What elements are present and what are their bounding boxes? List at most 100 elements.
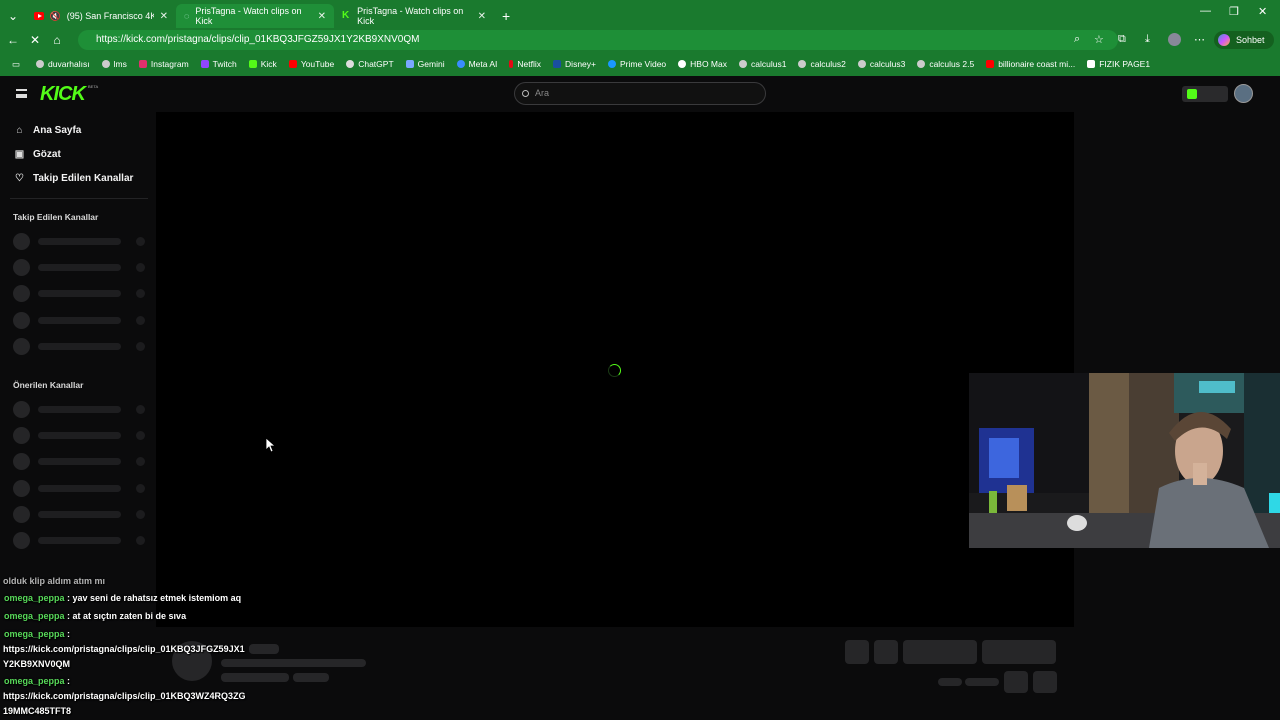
text-skeleton bbox=[221, 659, 366, 667]
more-menu-icon[interactable]: ⋯ bbox=[1194, 33, 1205, 46]
mute-icon[interactable]: 🔇 bbox=[50, 11, 61, 22]
chat-username[interactable]: omega_peppa bbox=[4, 593, 65, 603]
bookmark-youtube[interactable]: YouTube bbox=[283, 59, 340, 69]
bookmark-meta-ai[interactable]: Meta AI bbox=[451, 59, 504, 69]
chat-message: omega_peppa : bbox=[4, 629, 70, 639]
youtube-icon bbox=[34, 12, 44, 20]
browser-tab-bar: ⌄ 🔇 (95) San Francisco 4K - Gold I ✕ ◌ P… bbox=[0, 0, 1280, 28]
clip-info-skeleton bbox=[0, 627, 1280, 720]
extensions-icon[interactable]: ⧉ bbox=[1118, 33, 1126, 46]
close-tab-icon[interactable]: ✕ bbox=[318, 11, 326, 22]
sidebar-item-following[interactable]: ♡ Takip Edilen Kanallar bbox=[14, 173, 133, 184]
bookmarks-icon[interactable]: ▭ bbox=[6, 59, 30, 70]
search-input[interactable]: Ara bbox=[514, 82, 766, 105]
close-tab-icon[interactable]: ✕ bbox=[160, 11, 168, 22]
bookmark-prime-video[interactable]: Prime Video bbox=[602, 59, 672, 69]
favorite-star-icon[interactable]: ☆ bbox=[1094, 33, 1104, 46]
home-icon[interactable]: ⌂ bbox=[46, 29, 68, 51]
profile-icon[interactable] bbox=[1168, 33, 1181, 46]
tab-title: PrisTagna - Watch clips on Kick bbox=[357, 6, 464, 26]
bookmark-gemini[interactable]: Gemini bbox=[400, 59, 451, 69]
tab-kick-active[interactable]: ◌ PrisTagna - Watch clips on Kick ✕ bbox=[176, 4, 334, 28]
bookmark-hbo-max[interactable]: HBO Max bbox=[672, 59, 733, 69]
close-tab-icon[interactable]: ✕ bbox=[478, 11, 486, 22]
bookmark-kick[interactable]: Kick bbox=[243, 59, 283, 69]
bookmark-calculus-2-5[interactable]: calculus 2.5 bbox=[911, 59, 980, 69]
heart-icon: ♡ bbox=[15, 173, 24, 184]
tab-list-chevron-icon[interactable]: ⌄ bbox=[0, 4, 26, 28]
sidebar-item-home[interactable]: ⌂ Ana Sayfa bbox=[14, 125, 81, 136]
bookmark-billionaire[interactable]: billionaire coast mi... bbox=[980, 59, 1081, 69]
bookmark-instagram[interactable]: Instagram bbox=[133, 59, 195, 69]
tab-title: PrisTagna - Watch clips on Kick bbox=[195, 6, 302, 26]
url-field[interactable]: https://kick.com/pristagna/clips/clip_01… bbox=[78, 30, 1118, 50]
channel-skeleton bbox=[13, 506, 148, 523]
tab-kick[interactable]: K PrisTagna - Watch clips on Kick ✕ bbox=[334, 4, 494, 28]
chat-username[interactable]: omega_peppa bbox=[4, 676, 65, 686]
button-skeleton bbox=[1033, 671, 1057, 693]
home-icon: ⌂ bbox=[16, 125, 23, 136]
bookmark-lms[interactable]: lms bbox=[96, 59, 133, 69]
text-skeleton bbox=[221, 673, 289, 682]
chat-message: omega_peppa : bbox=[4, 676, 70, 686]
chat-link[interactable]: https://kick.com/pristagna/clips/clip_01… bbox=[3, 691, 246, 701]
bookmark-twitch[interactable]: Twitch bbox=[195, 59, 243, 69]
sidebar-item-label: Takip Edilen Kanallar bbox=[33, 173, 134, 184]
sidebar-item-browse[interactable]: ▣ Gözat bbox=[14, 149, 61, 160]
chat-separator: : bbox=[64, 611, 73, 621]
chat-link[interactable]: https://kick.com/pristagna/clips/clip_01… bbox=[3, 644, 245, 654]
bookmark-calculus3[interactable]: calculus3 bbox=[852, 59, 911, 69]
copilot-button[interactable]: Sohbet et bbox=[1214, 31, 1274, 63]
back-icon[interactable]: ← bbox=[2, 29, 24, 51]
channel-skeleton bbox=[13, 427, 148, 444]
sidebar-item-label: Gözat bbox=[33, 149, 61, 160]
text-skeleton bbox=[938, 678, 962, 686]
channel-skeleton bbox=[13, 312, 148, 329]
webcam-overlay bbox=[969, 373, 1280, 548]
chat-link[interactable]: Y2KB9XNV0QM bbox=[3, 659, 70, 669]
text-skeleton bbox=[249, 644, 279, 654]
channel-skeleton bbox=[13, 453, 148, 470]
channel-skeleton bbox=[13, 338, 148, 355]
channel-skeleton bbox=[13, 233, 148, 250]
bookmarks-bar: ▭ duvarhalısı lms Instagram Twitch Kick … bbox=[0, 52, 1280, 76]
bookmark-calculus2[interactable]: calculus2 bbox=[792, 59, 851, 69]
button-skeleton bbox=[845, 640, 869, 664]
tab-youtube[interactable]: 🔇 (95) San Francisco 4K - Gold I ✕ bbox=[26, 4, 176, 28]
text-skeleton bbox=[965, 678, 999, 686]
browse-icon: ▣ bbox=[14, 149, 25, 160]
menu-icon[interactable] bbox=[16, 89, 27, 98]
bookmark-fizik-page1[interactable]: FIZIK PAGE1 bbox=[1081, 59, 1156, 69]
sidebar-item-label: Ana Sayfa bbox=[33, 125, 82, 136]
theme-toggle[interactable] bbox=[1182, 86, 1228, 102]
channel-skeleton bbox=[13, 285, 148, 302]
chat-username[interactable]: omega_peppa bbox=[4, 611, 65, 621]
chat-separator: : bbox=[64, 676, 71, 686]
kick-logo[interactable]: KICK bbox=[40, 83, 86, 106]
chat-username[interactable]: omega_peppa bbox=[4, 629, 65, 639]
followed-channels-heading: Takip Edilen Kanallar bbox=[13, 212, 99, 222]
avatar[interactable] bbox=[1234, 84, 1253, 103]
button-skeleton bbox=[1004, 671, 1028, 693]
webcam-image bbox=[969, 373, 1280, 548]
chat-separator: : bbox=[64, 593, 73, 603]
bookmark-netflix[interactable]: Netflix bbox=[503, 59, 547, 69]
button-skeleton bbox=[903, 640, 977, 664]
bookmark-chatgpt[interactable]: ChatGPT bbox=[340, 59, 399, 69]
search-icon bbox=[522, 90, 529, 97]
sidebar-divider bbox=[10, 198, 148, 199]
chat-link[interactable]: 19MMC485TFT8 bbox=[3, 706, 71, 716]
close-window-icon[interactable]: ✕ bbox=[1258, 5, 1267, 18]
new-tab-button[interactable]: + bbox=[494, 4, 518, 28]
downloads-icon[interactable]: ⤓ bbox=[1145, 33, 1150, 46]
reload-stop-icon[interactable]: ✕ bbox=[24, 29, 46, 51]
zoom-icon[interactable]: ⌕ bbox=[1074, 33, 1080, 46]
bookmark-disney[interactable]: Disney+ bbox=[547, 59, 602, 69]
bookmark-calculus1[interactable]: calculus1 bbox=[733, 59, 792, 69]
text-skeleton bbox=[293, 673, 329, 682]
chat-message-partial: olduk klip aldım atım mı bbox=[3, 576, 106, 586]
tab-title: (95) San Francisco 4K - Gold I bbox=[66, 11, 154, 21]
bookmark-duvarhalisi[interactable]: duvarhalısı bbox=[30, 59, 96, 69]
maximize-icon[interactable]: ❐ bbox=[1229, 5, 1239, 18]
minimize-icon[interactable]: — bbox=[1200, 5, 1211, 17]
